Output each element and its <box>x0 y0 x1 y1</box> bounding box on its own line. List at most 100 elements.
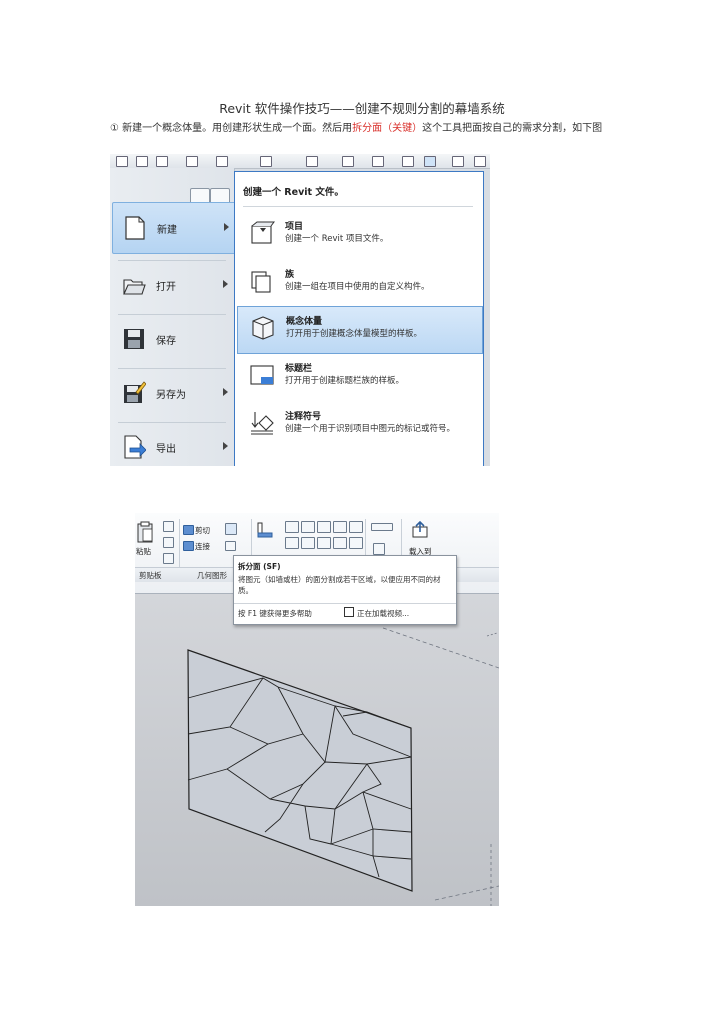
revit-application-menu-screenshot: 新建 打开 保存 另存为 导出 创建一个 Revit 文件。 项目 创建一个 R… <box>110 154 490 466</box>
cut-geometry-icon[interactable] <box>183 525 194 535</box>
cut-icon[interactable] <box>163 521 174 532</box>
save-disk-icon <box>124 329 144 349</box>
offset-icon[interactable] <box>301 521 315 533</box>
application-menu-left-pane: 新建 打开 保存 另存为 导出 <box>110 168 236 466</box>
text-icon[interactable] <box>342 156 354 167</box>
submenu-header: 创建一个 Revit 文件。 <box>243 187 344 198</box>
option-description: 创建一组在项目中使用的自定义构件。 <box>285 282 430 292</box>
annotation-symbol-icon <box>251 412 274 435</box>
undo-icon[interactable] <box>186 156 198 167</box>
rotate-icon[interactable] <box>301 537 315 549</box>
open-folder-icon <box>123 279 146 295</box>
title-block-icon <box>250 365 274 385</box>
new-document-icon <box>125 216 145 240</box>
divider <box>243 206 473 207</box>
mirror-draw-icon[interactable] <box>333 521 347 533</box>
document-title: Revit 软件操作技巧——创建不规则分割的幕墙系统 <box>219 101 505 116</box>
join-geometry-dropdown-icon[interactable] <box>225 523 237 535</box>
switch-windows-icon[interactable] <box>474 156 486 167</box>
paste-label[interactable]: 粘贴 <box>136 546 151 557</box>
join-geometry-icon[interactable] <box>183 541 194 551</box>
submenu-arrow-icon <box>223 388 228 396</box>
option-title: 概念体量 <box>286 317 323 327</box>
step-1-text-after: 这个工具把面按自己的需求分割，如下图 <box>422 123 603 134</box>
menu-item-open[interactable]: 打开 <box>112 260 234 310</box>
step-1-paragraph: ① 新建一个概念体量。用创建形状生成一个面。然后用拆分面（关键）这个工具把面按自… <box>110 120 620 138</box>
submenu-arrow-icon <box>224 223 229 231</box>
3d-view-icon[interactable] <box>372 156 384 167</box>
wall-joins-icon[interactable] <box>255 521 273 539</box>
menu-item-save-as[interactable]: 另存为 <box>112 368 234 418</box>
step-1-text-before: ① 新建一个概念体量。用创建形状生成一个面。然后用 <box>110 123 353 134</box>
load-into-project-icon[interactable] <box>411 521 429 539</box>
option-description: 打开用于创建标题栏族的样板。 <box>285 376 405 386</box>
option-title-block[interactable]: 标题栏 打开用于创建标题栏族的样板。 <box>237 354 481 400</box>
tooltip-title: 拆分面 (SF) <box>238 562 281 571</box>
join-label[interactable]: 连接 <box>195 541 210 552</box>
create-icon[interactable] <box>373 543 385 555</box>
option-conceptual-mass[interactable]: 概念体量 打开用于创建概念体量模型的样板。 <box>237 306 483 354</box>
menu-item-label: 保存 <box>156 336 176 347</box>
option-annotation-symbol[interactable]: 注释符号 创建一个用于识别项目中图元的标记或符号。 <box>237 402 481 448</box>
tooltip-help-hint: 按 F1 键获得更多帮助 <box>238 609 312 618</box>
measure-icon[interactable] <box>371 523 393 531</box>
submenu-arrow-icon <box>223 280 228 288</box>
move-icon[interactable] <box>285 537 299 549</box>
quick-access-toolbar <box>110 154 490 169</box>
panel-label-geometry: 几何图形 <box>197 571 227 580</box>
option-title: 注释符号 <box>285 412 322 422</box>
menu-item-label: 新建 <box>157 225 177 236</box>
project-icon <box>251 221 275 244</box>
dimension-icon[interactable] <box>306 156 318 167</box>
3d-viewport[interactable] <box>135 594 499 906</box>
split-face-wall[interactable] <box>187 649 413 892</box>
option-description: 打开用于创建概念体量模型的样板。 <box>286 329 423 339</box>
measure-icon[interactable] <box>260 156 272 167</box>
reference-line <box>486 632 498 637</box>
menu-item-new[interactable]: 新建 <box>112 202 236 254</box>
section-icon[interactable] <box>402 156 414 167</box>
align-icon[interactable] <box>285 521 299 533</box>
thin-lines-icon[interactable] <box>424 156 436 167</box>
array-icon[interactable] <box>317 537 331 549</box>
video-icon <box>344 607 354 617</box>
copy-icon[interactable] <box>163 537 174 548</box>
save-as-icon <box>124 381 146 403</box>
menu-item-label: 另存为 <box>156 390 186 401</box>
revit-split-face-screenshot: 粘贴 剪切 连接 载入到 剪贴板 几何图形 拆分面 (SF) 将图元（如墙或柱）… <box>135 513 499 906</box>
split-face-icon[interactable] <box>225 541 236 551</box>
option-title: 标题栏 <box>285 364 313 374</box>
menu-item-label: 打开 <box>156 282 176 293</box>
cut-label[interactable]: 剪切 <box>195 525 210 536</box>
submenu-arrow-icon <box>223 442 228 450</box>
mirror-axis-icon[interactable] <box>317 521 331 533</box>
tooltip-description: 将图元（如墙或柱）的面分割成若干区域，以便应用不同的材质。 <box>238 575 441 595</box>
divider <box>234 603 456 604</box>
match-properties-icon[interactable] <box>163 553 174 564</box>
option-project[interactable]: 项目 创建一个 Revit 项目文件。 <box>237 212 481 258</box>
open-icon[interactable] <box>116 156 128 167</box>
option-description: 创建一个用于识别项目中图元的标记或符号。 <box>285 424 456 434</box>
option-title: 项目 <box>285 222 304 232</box>
option-title: 族 <box>285 270 295 280</box>
close-hidden-icon[interactable] <box>452 156 464 167</box>
split-face-tooltip: 拆分面 (SF) 将图元（如墙或柱）的面分割成若干区域，以便应用不同的材质。 按… <box>233 555 457 625</box>
scale-icon[interactable] <box>333 537 347 549</box>
option-family[interactable]: 族 创建一组在项目中使用的自定义构件。 <box>237 260 481 306</box>
option-description: 创建一个 Revit 项目文件。 <box>285 234 389 244</box>
reference-line <box>434 885 499 901</box>
export-icon <box>124 435 146 459</box>
menu-item-save[interactable]: 保存 <box>112 314 234 364</box>
menu-item-export[interactable]: 导出 <box>112 422 234 466</box>
tooltip-video-status: 正在加载视频... <box>344 607 409 619</box>
conceptual-mass-icon <box>252 316 274 340</box>
paste-icon[interactable] <box>137 521 153 543</box>
sync-icon[interactable] <box>156 156 168 167</box>
redo-icon[interactable] <box>216 156 228 167</box>
family-icon <box>251 271 271 293</box>
new-submenu-pane: 创建一个 Revit 文件。 项目 创建一个 Revit 项目文件。 族 创建一… <box>234 171 484 466</box>
save-icon[interactable] <box>136 156 148 167</box>
delete-icon[interactable] <box>349 537 363 549</box>
panel-label-clipboard: 剪贴板 <box>139 571 162 580</box>
split-element-icon[interactable] <box>349 521 363 533</box>
